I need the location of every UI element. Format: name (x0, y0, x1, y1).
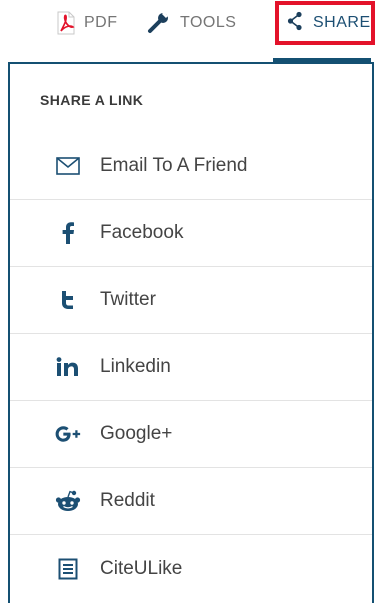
share-item-twitter[interactable]: Twitter (10, 267, 372, 334)
reddit-icon (54, 489, 82, 513)
share-item-linkedin[interactable]: Linkedin (10, 334, 372, 401)
share-menu-title: SHARE A LINK (40, 92, 144, 108)
share-item-label: Twitter (100, 289, 156, 310)
share-item-label: Google+ (100, 423, 173, 444)
share-item-label: CiteULike (100, 557, 183, 579)
article-toolbar: PDF TOOLS SHARE (0, 0, 378, 56)
google-plus-icon (54, 422, 82, 446)
share-label: SHARE (313, 14, 371, 31)
share-button[interactable]: SHARE (275, 1, 375, 45)
pdf-label: PDF (84, 14, 118, 31)
share-icon (279, 11, 303, 36)
tools-button[interactable]: TOOLS (146, 8, 236, 38)
share-item-citeulike[interactable]: CiteULike (10, 535, 372, 602)
facebook-icon (54, 221, 82, 245)
share-item-google-plus[interactable]: Google+ (10, 401, 372, 468)
share-list: Email To A Friend Facebook Twitter Linke… (10, 133, 372, 602)
share-item-label: Facebook (100, 222, 184, 243)
email-icon (54, 154, 82, 178)
wrench-icon (146, 11, 172, 35)
citeulike-icon (54, 557, 82, 581)
pdf-button[interactable]: PDF (56, 8, 118, 38)
share-item-facebook[interactable]: Facebook (10, 200, 372, 267)
share-dropdown: SHARE A LINK Email To A Friend Facebook … (8, 62, 374, 603)
share-item-reddit[interactable]: Reddit (10, 468, 372, 535)
pdf-icon (56, 11, 76, 35)
share-item-email[interactable]: Email To A Friend (10, 133, 372, 200)
share-item-label: Reddit (100, 490, 155, 511)
share-page: PDF TOOLS SHARE SHARE A LINK Email To A … (0, 0, 378, 603)
share-item-label: Linkedin (100, 356, 171, 377)
twitter-icon (54, 288, 82, 312)
tools-label: TOOLS (180, 14, 237, 31)
linkedin-icon (54, 355, 82, 379)
share-item-label: Email To A Friend (100, 155, 248, 176)
